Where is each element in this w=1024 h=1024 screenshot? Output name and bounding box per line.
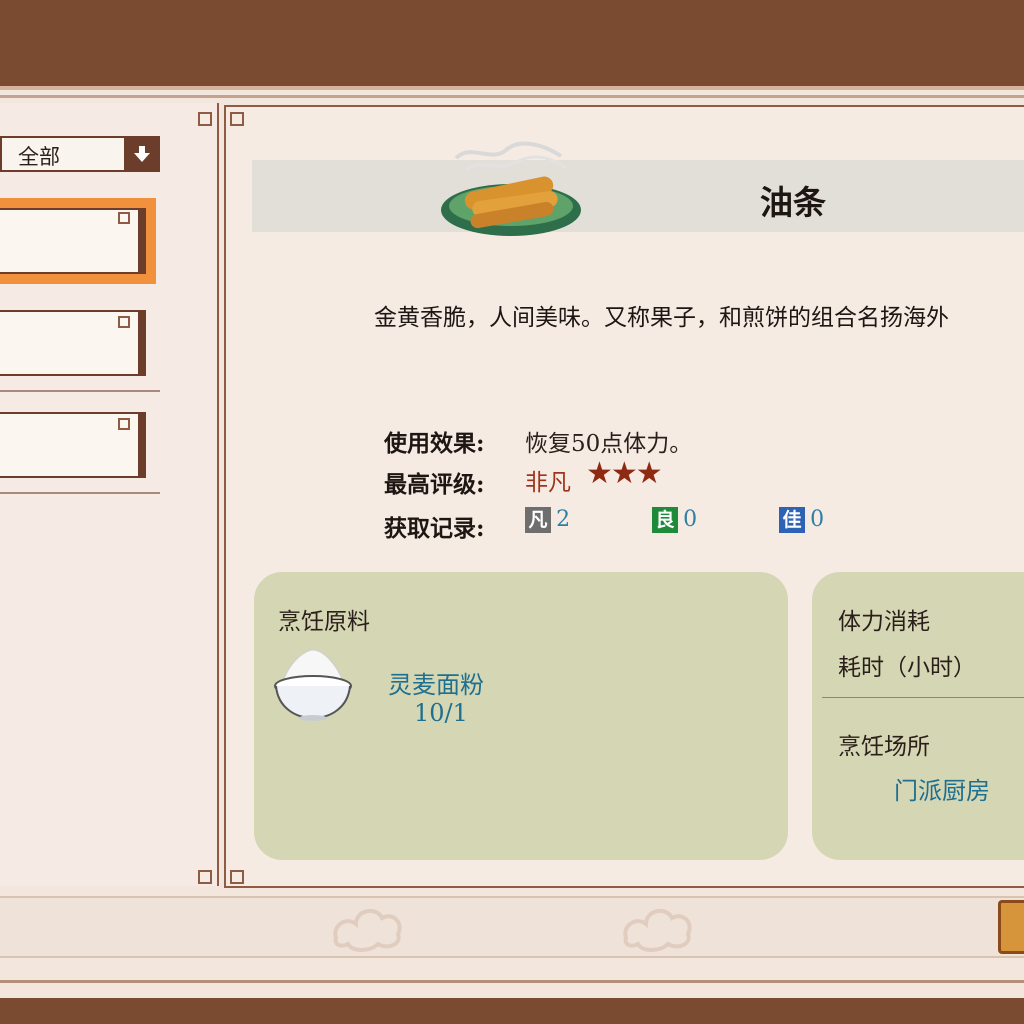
- rating-label: 最高评级:: [384, 471, 485, 498]
- flour-bowl-icon[interactable]: [272, 646, 354, 722]
- corner-ornament-icon: [118, 212, 130, 224]
- record-label: 获取记录:: [384, 515, 485, 542]
- top-divider: [0, 95, 1024, 98]
- ingredients-title: 烹饪原料: [278, 609, 370, 635]
- effect-label: 使用效果:: [384, 430, 485, 457]
- corner-ornament-icon: [118, 418, 130, 430]
- record-count: 2: [556, 507, 571, 532]
- youtiao-dish-icon: [441, 141, 581, 236]
- cloud-ornament-icon: [333, 908, 402, 952]
- confirm-button[interactable]: [998, 900, 1024, 954]
- corner-ornament-icon: [118, 316, 130, 328]
- rating-stars: ★★★: [586, 456, 663, 491]
- place-label: 烹饪场所: [838, 734, 930, 760]
- record-common: 凡 2: [525, 507, 570, 533]
- effect-value: 恢复50点体力。: [525, 431, 693, 457]
- quality-common-badge: 凡: [525, 507, 551, 533]
- top-bar: [0, 0, 1024, 90]
- bottom-strip: [0, 896, 1024, 958]
- quality-fine-badge: 佳: [779, 507, 805, 533]
- item-description: 金黄香脆，人间美味。又称果子，和煎饼的组合名扬海外: [374, 305, 949, 331]
- record-count: 0: [683, 507, 698, 532]
- place-value[interactable]: 门派厨房: [894, 771, 990, 806]
- record-fine: 佳 0: [779, 507, 824, 533]
- frame-corner: [198, 870, 212, 884]
- rating-value: 非凡: [525, 470, 571, 496]
- frame-corner: [198, 112, 212, 126]
- time-cost-label: 耗时（小时）: [838, 655, 976, 681]
- ingredient-name[interactable]: 灵麦面粉: [388, 665, 484, 700]
- bottom-bar: [0, 998, 1024, 1024]
- bottom-divider: [0, 980, 1024, 983]
- cloud-ornament-icon: [623, 908, 692, 952]
- arrow-down-icon: [134, 146, 150, 162]
- quality-good-badge: 良: [652, 507, 678, 533]
- frame-corner: [230, 870, 244, 884]
- record-good: 良 0: [652, 507, 697, 533]
- stamina-cost-label: 体力消耗: [838, 609, 930, 635]
- title-band: [252, 160, 1024, 232]
- list-separator: [0, 390, 160, 392]
- item-title: 油条: [760, 183, 826, 222]
- record-count: 0: [810, 507, 825, 532]
- info-divider: [822, 697, 1024, 698]
- dropdown-arrow-button[interactable]: [124, 136, 160, 172]
- category-filter-value: 全部: [18, 145, 60, 169]
- list-separator: [0, 492, 160, 494]
- ingredient-amount: 10/1: [414, 699, 468, 727]
- frame-corner: [230, 112, 244, 126]
